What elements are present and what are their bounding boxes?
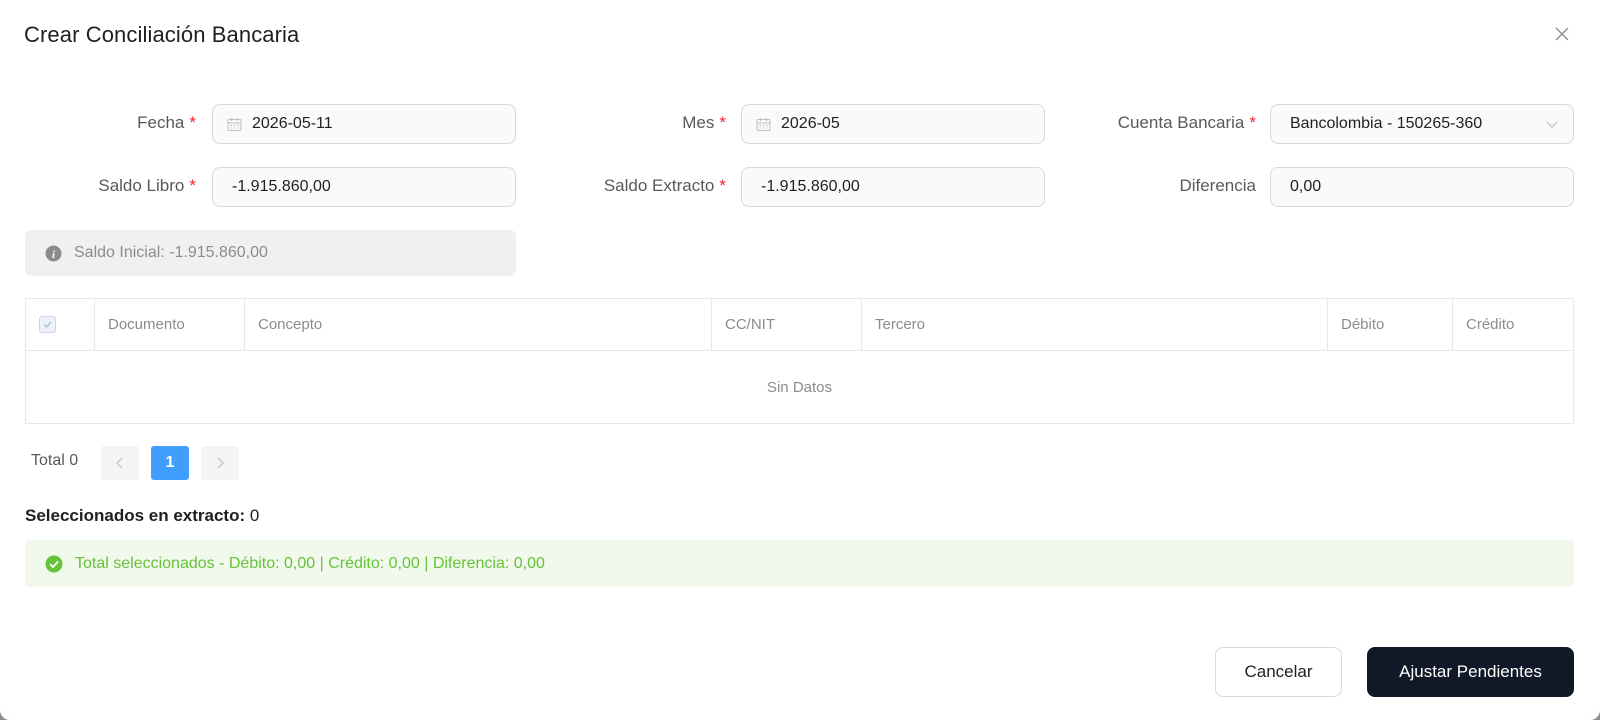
dialog: Crear Conciliación Bancaria Fecha * 2026-…: [0, 0, 1600, 720]
column-header[interactable]: Concepto: [245, 299, 712, 350]
dialog-title: Crear Conciliación Bancaria: [24, 22, 300, 47]
saldo-extracto-input[interactable]: -1.915.860,00: [741, 167, 1045, 207]
column-header[interactable]: Crédito: [1453, 299, 1573, 350]
fecha-input[interactable]: 2026-05-11: [212, 104, 516, 144]
diferencia-label: Diferencia: [1120, 167, 1256, 205]
chevron-down-icon: [1545, 117, 1559, 131]
saldo-libro-input[interactable]: -1.915.860,00: [212, 167, 516, 207]
saldo-extracto-label-text: Saldo Extracto: [603, 176, 715, 195]
required-mark: *: [1249, 113, 1256, 132]
fecha-value: 2026-05-11: [252, 115, 333, 132]
select-all-cell: [26, 299, 95, 350]
selection-label: Seleccionados en extracto:: [25, 506, 246, 525]
calendar-icon: [227, 117, 242, 132]
info-icon: i: [45, 245, 62, 262]
fecha-label: Fecha *: [100, 104, 196, 142]
saldo-inicial-text: Saldo Inicial: -1.915.860,00: [74, 244, 268, 261]
saldo-libro-label: Saldo Libro *: [60, 167, 196, 205]
prev-page-button[interactable]: [101, 446, 139, 480]
data-table: Documento Concepto CC/NIT Tercero Débito…: [25, 298, 1574, 424]
saldo-extracto-label: Saldo Extracto *: [560, 167, 726, 205]
select-all-checkbox[interactable]: [39, 316, 56, 333]
column-header[interactable]: Débito: [1328, 299, 1453, 350]
saldo-inicial-info: i Saldo Inicial: -1.915.860,00: [25, 230, 516, 276]
cancel-button[interactable]: Cancelar: [1215, 647, 1342, 697]
total-count: Total 0: [31, 452, 79, 469]
cuenta-value: Bancolombia - 150265-360: [1290, 115, 1483, 132]
ajustar-pendientes-button[interactable]: Ajustar Pendientes: [1367, 647, 1574, 697]
chevron-right-icon: [217, 457, 224, 469]
close-icon[interactable]: [1552, 24, 1572, 44]
empty-state: Sin Datos: [766, 379, 833, 396]
check-circle-icon: [45, 555, 63, 573]
next-page-button[interactable]: [201, 446, 239, 480]
chevron-left-icon: [116, 457, 123, 469]
column-header[interactable]: Tercero: [862, 299, 1328, 350]
mes-value: 2026-05: [781, 115, 840, 132]
column-header[interactable]: CC/NIT: [712, 299, 862, 350]
saldo-libro-value: -1.915.860,00: [232, 178, 331, 195]
cuenta-label: Cuenta Bancaria *: [1080, 104, 1256, 142]
totals-text: Total seleccionados - Débito: 0,00 | Cré…: [75, 554, 545, 572]
cuenta-label-text: Cuenta Bancaria: [1117, 113, 1245, 132]
diferencia-input[interactable]: 0,00: [1270, 167, 1574, 207]
required-mark: *: [189, 113, 196, 132]
required-mark: *: [189, 176, 196, 195]
totals-alert: Total seleccionados - Débito: 0,00 | Cré…: [25, 540, 1574, 587]
diferencia-value: 0,00: [1290, 178, 1322, 195]
diferencia-label-text: Diferencia: [1179, 176, 1256, 195]
mes-label-text: Mes: [682, 113, 715, 132]
selection-count: 0: [249, 506, 260, 525]
selection-summary: Seleccionados en extracto: 0: [25, 506, 259, 526]
page-number-button[interactable]: 1: [151, 446, 189, 480]
fecha-label-text: Fecha: [137, 113, 185, 132]
saldo-libro-label-text: Saldo Libro: [98, 176, 185, 195]
mes-input[interactable]: 2026-05: [741, 104, 1045, 144]
required-mark: *: [719, 113, 726, 132]
mes-label: Mes *: [620, 104, 726, 142]
calendar-icon: [756, 117, 771, 132]
column-header[interactable]: Documento: [95, 299, 245, 350]
required-mark: *: [719, 176, 726, 195]
cuenta-bancaria-select[interactable]: Bancolombia - 150265-360: [1270, 104, 1574, 144]
table-header: Documento Concepto CC/NIT Tercero Débito…: [26, 299, 1573, 351]
saldo-extracto-value: -1.915.860,00: [761, 178, 860, 195]
